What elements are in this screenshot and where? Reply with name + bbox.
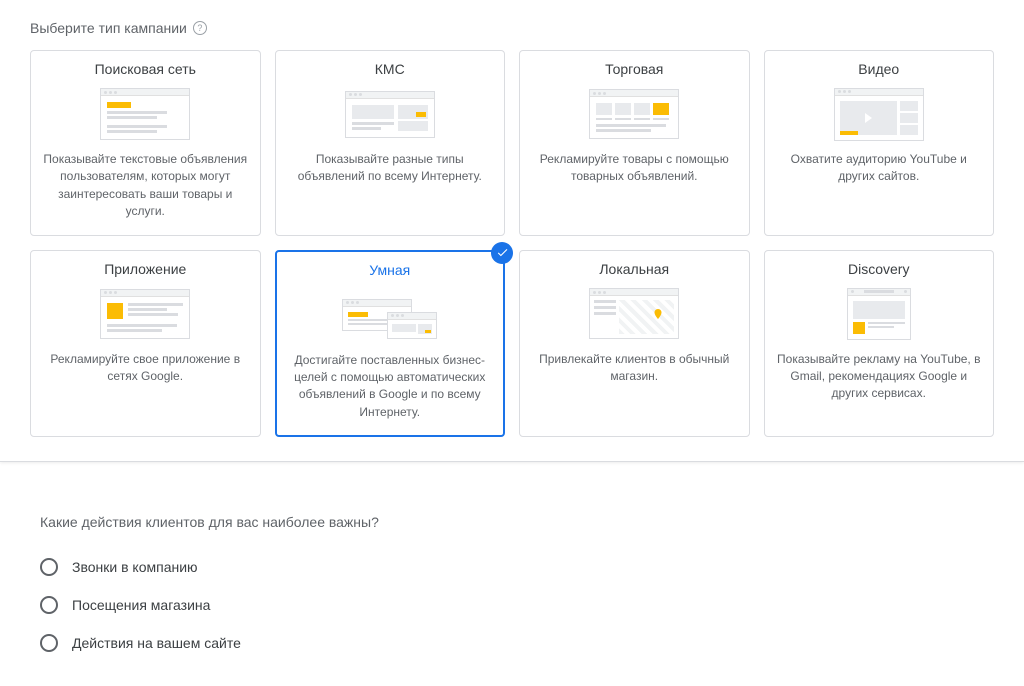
radio-option-website[interactable]: Действия на вашем сайте [40,624,984,662]
section-heading: Выберите тип кампании ? [30,20,994,36]
card-search[interactable]: Поисковая сеть Показывайте текстовые объ… [30,50,261,236]
radio-icon [40,596,58,614]
card-desc: Показывайте текстовые объявления пользов… [43,151,248,221]
radio-icon [40,558,58,576]
campaign-type-panel: Выберите тип кампании ? Поисковая сеть П… [0,0,1024,462]
card-title: Локальная [532,261,737,277]
thumb-display [288,85,493,143]
radio-label: Действия на вашем сайте [72,635,241,651]
card-title: Торговая [532,61,737,77]
heading-text: Выберите тип кампании [30,20,187,36]
card-title: Discovery [777,261,982,277]
thumb-shopping [532,85,737,143]
card-local[interactable]: Локальная Привлек [519,250,750,438]
card-desc: Показывайте рекламу на YouTube, в Gmail,… [777,351,982,403]
radio-label: Посещения магазина [72,597,210,613]
check-icon [491,242,513,264]
thumb-discovery [777,285,982,343]
thumb-local [532,285,737,343]
radio-option-calls[interactable]: Звонки в компанию [40,548,984,586]
card-title: Видео [777,61,982,77]
card-title: Умная [289,262,492,278]
card-title: Поисковая сеть [43,61,248,77]
actions-panel: Какие действия клиентов для вас наиболее… [0,490,1024,686]
thumb-video [777,85,982,143]
card-desc: Показывайте разные типы объявлений по вс… [288,151,493,186]
card-desc: Привлекайте клиентов в обычный магазин. [532,351,737,386]
card-desc: Рекламируйте свое приложение в сетях Goo… [43,351,248,386]
card-discovery[interactable]: Discovery П [764,250,995,438]
thumb-search [43,85,248,143]
campaign-cards-grid: Поисковая сеть Показывайте текстовые объ… [30,50,994,437]
card-desc: Рекламируйте товары с помощью товарных о… [532,151,737,186]
thumb-smart [289,286,492,344]
card-shopping[interactable]: Торговая [519,50,750,236]
radio-label: Звонки в компанию [72,559,198,575]
thumb-app [43,285,248,343]
card-title: КМС [288,61,493,77]
radio-icon [40,634,58,652]
card-desc: Охватите аудиторию YouTube и других сайт… [777,151,982,186]
card-display[interactable]: КМС [275,50,506,236]
card-desc: Достигайте поставленных бизнес-целей с п… [289,352,492,422]
card-smart[interactable]: Умная [275,250,506,438]
radio-option-visits[interactable]: Посещения магазина [40,586,984,624]
actions-heading: Какие действия клиентов для вас наиболее… [40,514,984,530]
card-app[interactable]: Приложение [30,250,261,438]
card-video[interactable]: Видео [764,50,995,236]
card-title: Приложение [43,261,248,277]
help-icon[interactable]: ? [193,21,207,35]
